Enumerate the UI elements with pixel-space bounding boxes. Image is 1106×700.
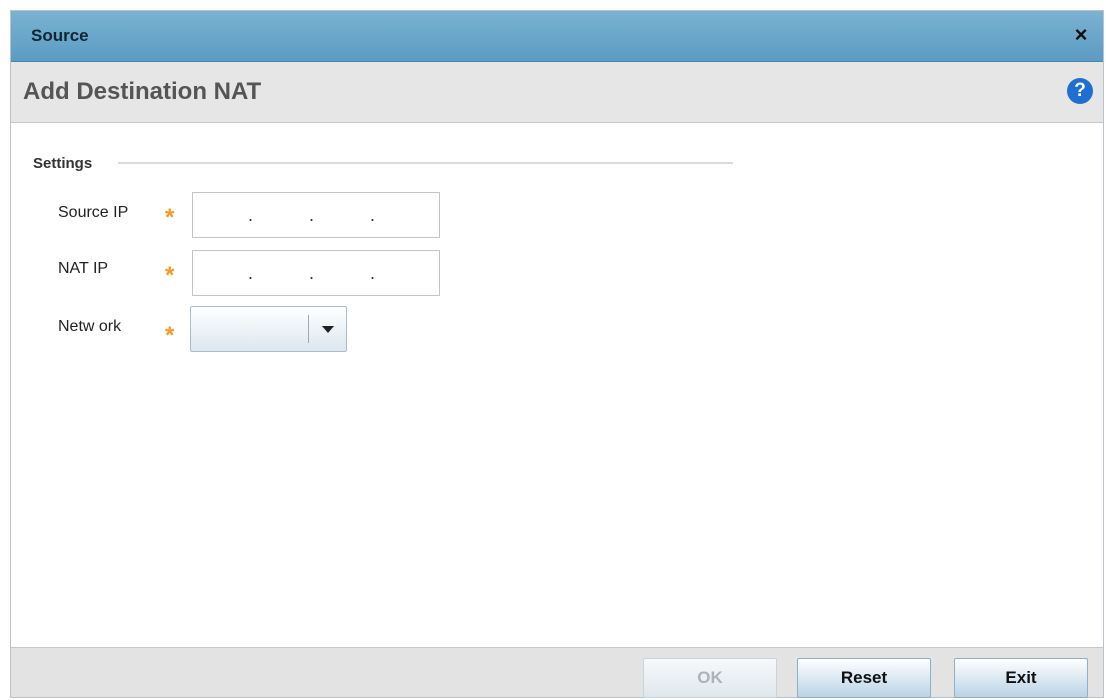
ip-separator: .: [370, 263, 376, 283]
dialog-titlebar[interactable]: Source ×: [11, 11, 1103, 62]
close-icon[interactable]: ×: [1069, 23, 1093, 47]
source-ip-required-icon: *: [165, 204, 175, 231]
dialog-footer: OK Reset Exit: [11, 647, 1103, 698]
network-label: Netw ork: [58, 318, 122, 335]
nat-ip-required-icon: *: [165, 262, 175, 289]
page-header: Add Destination NAT ?: [11, 62, 1103, 123]
network-required-icon: *: [165, 322, 175, 349]
help-icon[interactable]: ?: [1067, 78, 1093, 104]
ip-separator: .: [248, 263, 254, 283]
source-ip-input[interactable]: . . .: [192, 192, 440, 238]
ok-button[interactable]: OK: [643, 658, 777, 698]
add-destination-nat-dialog: Source × Add Destination NAT ? Settings …: [10, 10, 1104, 698]
page-title: Add Destination NAT: [23, 78, 262, 105]
settings-divider: [118, 162, 733, 164]
dialog-title: Source: [31, 26, 89, 45]
ip-separator: .: [370, 205, 376, 225]
exit-button[interactable]: Exit: [954, 658, 1088, 698]
nat-ip-label: NAT IP: [58, 260, 109, 277]
settings-legend: Settings: [33, 155, 93, 172]
nat-ip-input[interactable]: . . .: [192, 250, 440, 296]
chevron-down-icon[interactable]: [322, 326, 334, 333]
reset-button[interactable]: Reset: [797, 658, 931, 698]
ip-separator: .: [309, 205, 315, 225]
network-select[interactable]: [190, 306, 347, 352]
select-separator: [308, 315, 309, 343]
ip-separator: .: [248, 205, 254, 225]
source-ip-label: Source IP: [58, 204, 129, 221]
ip-separator: .: [309, 263, 315, 283]
